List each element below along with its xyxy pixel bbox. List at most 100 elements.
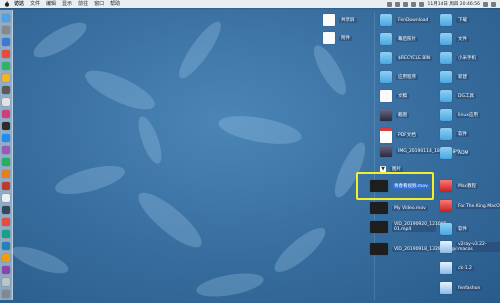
desktop-item-label: 附件	[339, 35, 352, 41]
app-icon[interactable]	[2, 182, 10, 190]
app-icon[interactable]	[2, 230, 10, 238]
battery-icon[interactable]	[419, 1, 425, 7]
app-icon[interactable]	[2, 98, 10, 106]
desktop-item-label: fenfashon	[456, 285, 483, 291]
folder-icon	[440, 223, 452, 235]
trash-icon[interactable]	[2, 278, 10, 286]
control-center-icon[interactable]	[491, 1, 496, 7]
desktop-item-label: 共享屏	[339, 17, 357, 23]
menu-edit[interactable]: 编辑	[46, 0, 56, 8]
desktop-item[interactable]: VID_20190918_132947.mp4	[370, 243, 458, 255]
app-icon[interactable]	[2, 146, 10, 154]
desktop-item[interactable]: DG工具	[440, 90, 476, 102]
app-icon[interactable]	[2, 122, 10, 130]
desktop-item[interactable]: 共享屏	[323, 14, 357, 26]
status-icon[interactable]	[395, 1, 401, 7]
desktop-item[interactable]: v2ray-v3.22-macos	[440, 241, 500, 253]
folder-icon	[440, 90, 452, 102]
app-icon[interactable]	[2, 290, 10, 298]
finder-icon[interactable]	[2, 14, 10, 22]
desktop-item-label: My Video.mov	[392, 205, 428, 211]
selection-highlight	[356, 172, 434, 200]
app-icon[interactable]	[2, 50, 10, 58]
desktop-item[interactable]: Mac教程	[440, 180, 479, 192]
desktop-item[interactable]: 软件	[440, 223, 469, 235]
desktop-item-label: 新建	[456, 74, 469, 80]
desktop-item[interactable]: linux应用	[440, 109, 480, 121]
app-icon[interactable]	[2, 218, 10, 226]
apple-menu-icon[interactable]	[4, 1, 10, 7]
app-icon[interactable]	[2, 242, 10, 250]
app-icon[interactable]	[2, 62, 10, 70]
status-icon[interactable]	[403, 1, 409, 7]
menu-window[interactable]: 窗口	[94, 0, 104, 8]
desktop-item-label: IMG_20190114_181517.jpg	[396, 148, 460, 154]
desktop-item-label: VID_20190920_121005-01.mp4	[392, 222, 449, 232]
desktop-item[interactable]: VID_20190920_121005-01.mp4	[370, 221, 449, 233]
desktop-item-label: v2ray-v3.22-macos	[456, 242, 500, 252]
app-icon[interactable]	[2, 170, 10, 178]
desktop-item[interactable]: 幕后照片	[380, 33, 418, 45]
desktop-item-label: 应用程序	[396, 74, 418, 80]
video-thumbnail-icon	[370, 243, 388, 255]
search-icon[interactable]	[483, 1, 488, 7]
archive-icon	[440, 241, 452, 253]
desktop-item-label: PDF文档	[396, 133, 418, 138]
menu-finder[interactable]: 访达	[14, 0, 24, 8]
desktop-item[interactable]: 新建	[440, 71, 469, 83]
app-icon[interactable]	[2, 86, 10, 94]
menu-file[interactable]: 文件	[30, 0, 40, 8]
folder-icon	[440, 33, 452, 45]
desktop-item[interactable]: 截图	[380, 109, 409, 121]
desktop-item[interactable]: 文件	[440, 33, 469, 45]
desktop-item[interactable]: ADM	[440, 147, 471, 159]
desktop-item[interactable]: 小米手机	[440, 52, 478, 64]
app-icon[interactable]	[2, 194, 10, 202]
desktop-item[interactable]: 附件	[323, 32, 352, 44]
desktop-item[interactable]: $RECYCLE.BIN	[380, 52, 433, 64]
safari-icon[interactable]	[2, 38, 10, 46]
desktop-item[interactable]: FenDownload	[380, 14, 431, 26]
desktop-item-label: 软件	[456, 226, 469, 232]
desktop-item-label: For.The.King.MacOS...VATED	[456, 203, 500, 209]
folder-icon	[440, 109, 452, 121]
desktop-item-label: VID_20190918_132947.mp4	[392, 246, 458, 252]
folder-icon	[440, 14, 452, 26]
status-icon[interactable]	[387, 1, 393, 7]
menu-help[interactable]: 帮助	[110, 0, 120, 8]
folder-icon	[380, 14, 392, 26]
desktop-item-label: 下载	[456, 17, 469, 23]
pdf-icon	[380, 128, 392, 143]
desktop-item[interactable]: fenfashon	[440, 282, 483, 294]
folder-icon	[440, 71, 452, 83]
status-area: 11月14日 周四 20:46:56	[387, 0, 496, 8]
desktop-item-label: $RECYCLE.BIN	[396, 55, 433, 61]
desktop-item[interactable]: 下载	[440, 14, 469, 26]
app-icon[interactable]	[2, 206, 10, 214]
app-icon[interactable]	[2, 158, 10, 166]
desktop-item[interactable]: 文稿	[380, 90, 409, 102]
desktop-item-label: 文稿	[396, 93, 409, 99]
desktop-item[interactable]: IMG_20190114_181517.jpg	[380, 145, 460, 157]
wifi-icon[interactable]	[411, 1, 417, 7]
menu-view[interactable]: 显示	[62, 0, 72, 8]
desktop-item[interactable]: ck-1.2	[440, 262, 474, 274]
menu-clock[interactable]: 11月14日 周四 20:46:56	[427, 1, 480, 7]
folder-icon	[440, 147, 452, 159]
app-icon[interactable]	[2, 266, 10, 274]
app-icon[interactable]	[2, 134, 10, 142]
desktop-item[interactable]: For.The.King.MacOS...VATED	[440, 200, 500, 212]
menu-go[interactable]: 前往	[78, 0, 88, 8]
desktop-item[interactable]: My Video.mov	[370, 202, 428, 214]
app-icon[interactable]	[2, 254, 10, 262]
desktop-item-label: ck-1.2	[456, 265, 474, 271]
desktop-item-label: FenDownload	[396, 17, 431, 23]
launchpad-icon[interactable]	[2, 26, 10, 34]
desktop-item-label: 文件	[456, 36, 469, 42]
desktop-item[interactable]: PDF文档	[380, 128, 418, 143]
desktop-item[interactable]: 软件	[440, 128, 469, 140]
app-icon[interactable]	[2, 74, 10, 82]
app-icon[interactable]	[2, 110, 10, 118]
desktop-item[interactable]: 应用程序	[380, 71, 418, 83]
video-thumbnail-icon	[370, 202, 388, 214]
